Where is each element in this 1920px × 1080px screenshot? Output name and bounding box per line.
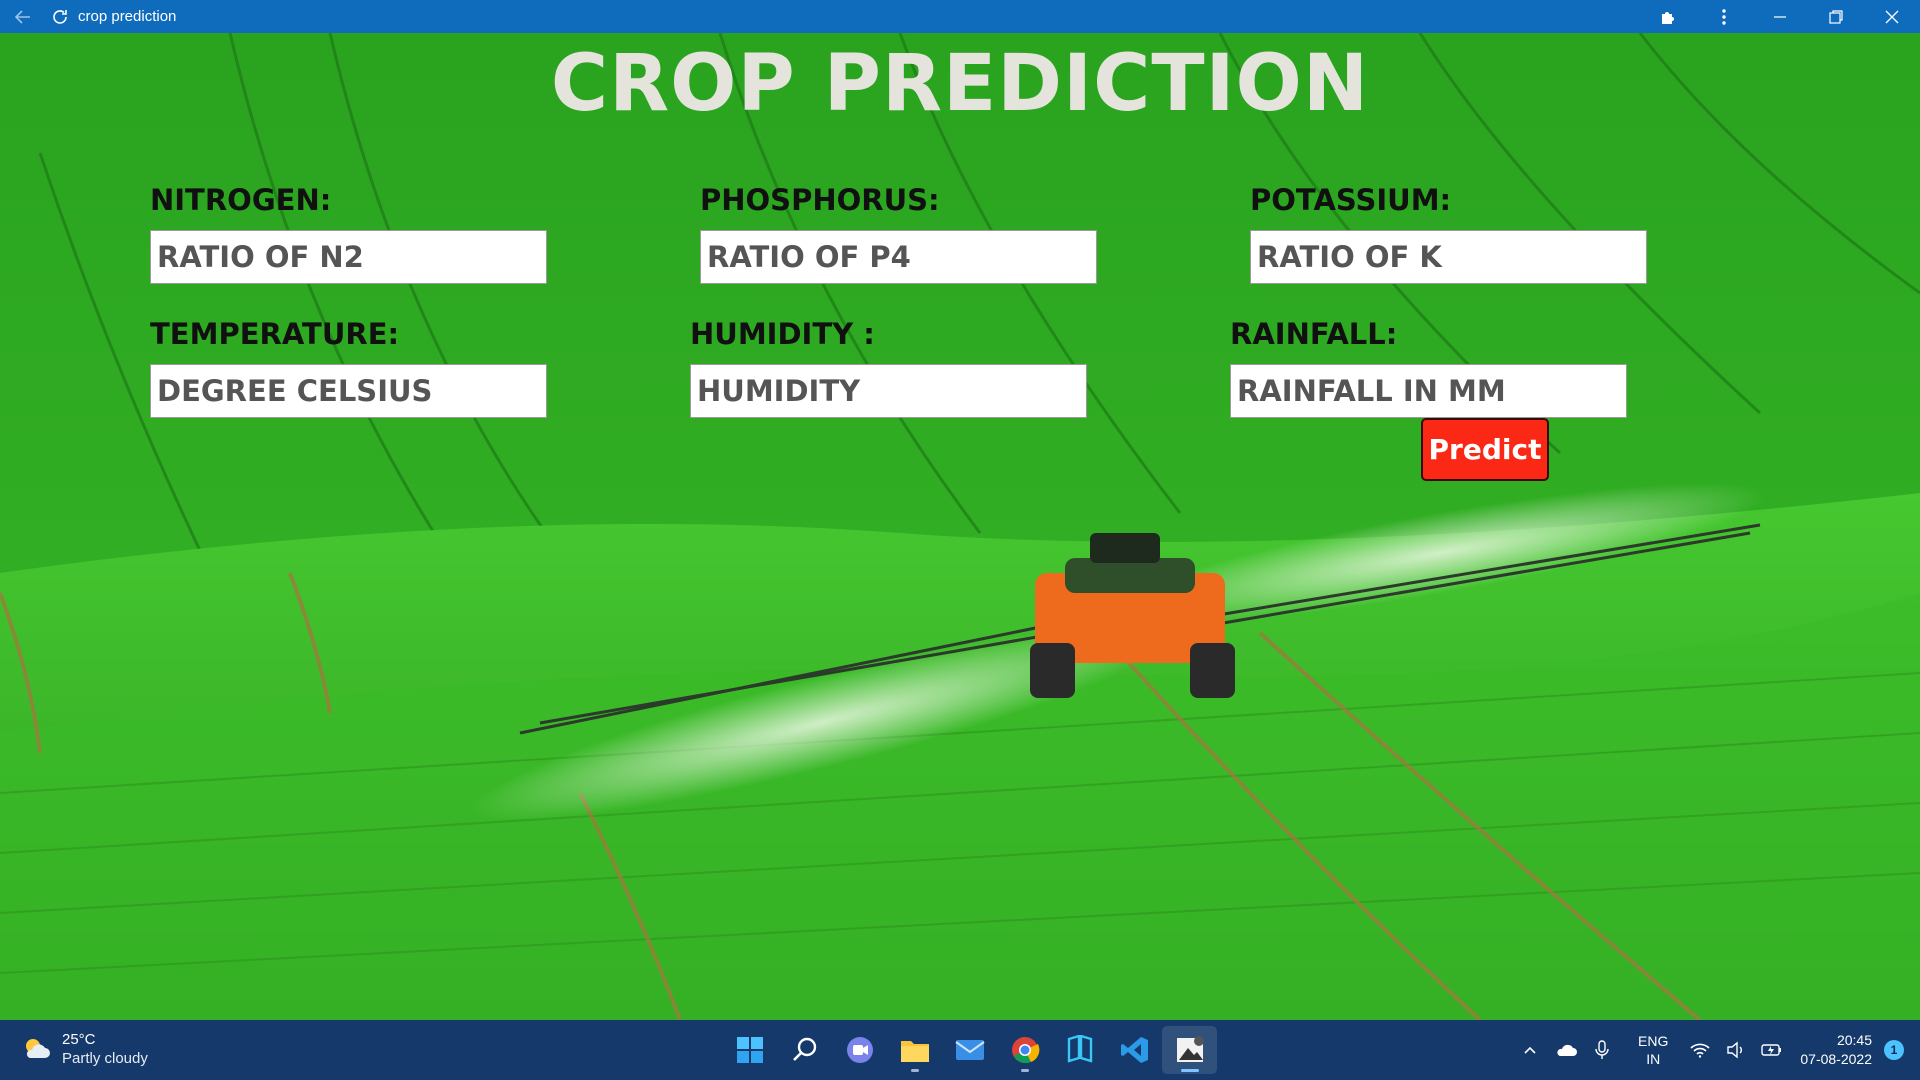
rainfall-input[interactable] — [1230, 364, 1627, 418]
app-preview-icon — [1176, 1036, 1204, 1062]
minimize-button[interactable] — [1752, 0, 1808, 33]
mail-icon — [954, 1040, 985, 1060]
teams-chat-button[interactable] — [832, 1026, 887, 1074]
region-code: IN — [1646, 1051, 1661, 1067]
wifi-icon — [1690, 1043, 1710, 1058]
window-title: crop prediction — [78, 8, 177, 25]
back-button[interactable] — [0, 0, 46, 33]
vscode-icon — [1120, 1037, 1148, 1063]
refresh-button[interactable] — [46, 0, 74, 33]
system-tray: ENG IN 20:45 07-08-2022 1 — [1512, 1020, 1920, 1080]
language-code: ENG — [1638, 1033, 1669, 1049]
nitrogen-input[interactable] — [150, 230, 547, 284]
partly-cloudy-icon — [26, 1039, 50, 1058]
speaker-icon — [1727, 1041, 1743, 1059]
app-preview-button[interactable] — [1162, 1026, 1217, 1074]
farm-field-background — [0, 33, 1920, 1020]
battery-button[interactable] — [1757, 1035, 1787, 1065]
potassium-input[interactable] — [1250, 230, 1647, 284]
humidity-input[interactable] — [690, 364, 1087, 418]
chrome-button[interactable] — [997, 1026, 1052, 1074]
more-options-icon — [1722, 8, 1726, 25]
close-button[interactable] — [1864, 0, 1920, 33]
clock[interactable]: 20:45 07-08-2022 — [1800, 1031, 1872, 1069]
onedrive-button[interactable] — [1551, 1035, 1581, 1065]
page-title: CROP PREDICTION — [550, 39, 1370, 129]
clock-date: 07-08-2022 — [1800, 1051, 1872, 1067]
more-options-button[interactable] — [1696, 0, 1752, 33]
file-explorer-button[interactable] — [887, 1026, 942, 1074]
volume-button[interactable] — [1721, 1035, 1751, 1065]
clock-time: 20:45 — [1836, 1032, 1872, 1048]
taskbar: 25°C Partly cloudy ENG IN 20:45 07-08-20… — [0, 1020, 1920, 1080]
wifi-button[interactable] — [1685, 1035, 1715, 1065]
predict-button[interactable]: Predict — [1421, 418, 1549, 481]
taskbar-apps — [722, 1026, 1217, 1074]
humidity-label: HUMIDITY : — [690, 317, 875, 351]
microphone-button[interactable] — [1587, 1035, 1617, 1065]
potassium-label: POTASSIUM: — [1250, 183, 1452, 217]
extensions-icon — [1662, 11, 1674, 24]
teams-chat-icon — [846, 1037, 873, 1063]
microphone-icon — [1595, 1040, 1609, 1059]
show-hidden-icons-button[interactable] — [1515, 1035, 1545, 1065]
chevron-up-icon — [1524, 1046, 1536, 1054]
extensions-button[interactable] — [1640, 0, 1696, 33]
back-arrow-icon — [14, 9, 30, 24]
refresh-icon — [53, 9, 67, 24]
temperature-label: TEMPERATURE: — [150, 317, 400, 351]
udacity-icon — [1067, 1035, 1092, 1063]
battery-charging-icon — [1761, 1044, 1782, 1056]
udacity-button[interactable] — [1052, 1026, 1107, 1074]
language-indicator[interactable]: ENG IN — [1638, 1032, 1668, 1068]
file-explorer-icon — [900, 1041, 929, 1062]
notification-badge[interactable]: 1 — [1884, 1040, 1904, 1060]
rainfall-label: RAINFALL: — [1230, 317, 1398, 351]
mail-button[interactable] — [942, 1026, 997, 1074]
minimize-icon — [1774, 15, 1786, 18]
restore-button[interactable] — [1808, 0, 1864, 33]
app-content: CROP PREDICTION NITROGEN: PHOSPHORUS: PO… — [0, 33, 1920, 1020]
vscode-button[interactable] — [1107, 1026, 1162, 1074]
phosphorus-input[interactable] — [700, 230, 1097, 284]
search-button[interactable] — [777, 1026, 832, 1074]
onedrive-cloud-icon — [1557, 1044, 1578, 1056]
start-button[interactable] — [722, 1026, 777, 1074]
weather-description: Partly cloudy — [62, 1050, 148, 1067]
temperature-input[interactable] — [150, 364, 547, 418]
close-icon — [1885, 10, 1899, 23]
chrome-icon — [1011, 1037, 1039, 1064]
weather-temperature: 25°C — [62, 1031, 96, 1048]
search-icon — [792, 1037, 816, 1061]
nitrogen-label: NITROGEN: — [150, 183, 332, 217]
weather-widget[interactable]: 25°C Partly cloudy — [22, 1030, 148, 1068]
window-titlebar: crop prediction — [0, 0, 1920, 33]
phosphorus-label: PHOSPHORUS: — [700, 183, 940, 217]
start-icon — [736, 1037, 763, 1063]
restore-icon — [1829, 9, 1843, 24]
